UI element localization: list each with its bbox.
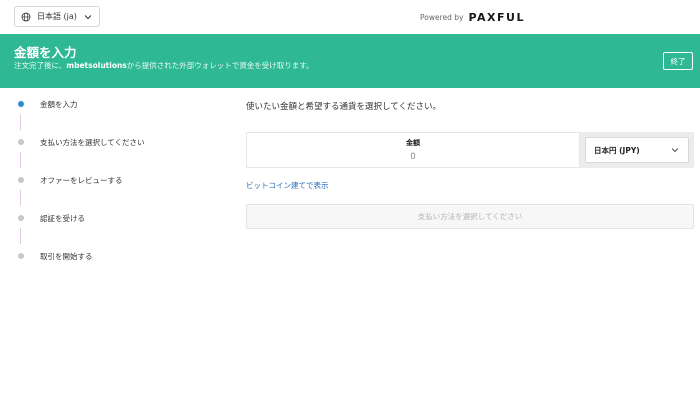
step-dot [18, 139, 24, 145]
step-review-offer: オファーをレビューする [14, 172, 123, 188]
step-label: 金額を入力 [40, 99, 78, 109]
step-label: オファーをレビューする [40, 175, 123, 185]
language-label: 日本語 (ja) [37, 12, 77, 21]
amount-value[interactable]: 0 [410, 152, 415, 162]
show-in-bitcoin-link[interactable]: ビットコイン建てで表示 [246, 180, 329, 191]
currency-selected-value: 日本円 (JPY) [594, 145, 640, 155]
step-dot-active [18, 101, 24, 107]
currency-container: 日本円 (JPY) [580, 132, 694, 168]
amount-input[interactable]: 金額 0 [246, 132, 580, 168]
step-dot [18, 215, 24, 221]
step-verification: 認証を受ける [14, 210, 85, 226]
step-connector [20, 152, 22, 168]
step-label: 認証を受ける [40, 213, 85, 223]
top-bar: 日本語 (ja) Powered by PAXFUL [0, 0, 700, 34]
powered-by-text: Powered by [420, 12, 464, 22]
merchant-name: mbetsolutions [66, 61, 127, 70]
step-connector [20, 190, 22, 206]
globe-icon [21, 12, 31, 21]
step-start-trade: 取引を開始する [14, 248, 93, 264]
amount-label: 金額 [406, 139, 420, 147]
currency-select[interactable]: 日本円 (JPY) [585, 137, 689, 163]
step-connector [20, 228, 22, 244]
step-connector [20, 114, 22, 130]
title-banner: 金額を入力 注文完了後に、mbetsolutionsから提供された外部ウォレット… [0, 34, 700, 88]
progress-stepper: 金額を入力 支払い方法を選択してください オファーをレビューする 認証を受ける … [14, 96, 224, 276]
subtitle-prefix: 注文完了後に、 [14, 61, 67, 70]
step-dot [18, 253, 24, 259]
page-title: 金額を入力 [14, 45, 77, 60]
select-payment-method-button[interactable]: 支払い方法を選択してください [246, 204, 694, 229]
page-subtitle: 注文完了後に、mbetsolutionsから提供された外部ウォレットで資金を受け… [14, 60, 314, 71]
step-label: 支払い方法を選択してください [40, 137, 145, 147]
powered-by: Powered by PAXFUL [420, 8, 525, 26]
end-button[interactable]: 終了 [663, 52, 693, 70]
step-dot [18, 177, 24, 183]
step-select-payment: 支払い方法を選択してください [14, 134, 145, 150]
chevron-down-icon [671, 148, 679, 153]
step-label: 取引を開始する [40, 251, 93, 261]
subtitle-suffix: から提供された外部ウォレットで資金を受け取ります。 [126, 61, 314, 70]
step-enter-amount: 金額を入力 [14, 96, 78, 112]
language-selector[interactable]: 日本語 (ja) [14, 6, 100, 27]
paxful-logo: PAXFUL [468, 10, 525, 24]
amount-prompt: 使いたい金額と希望する通貨を選択してください。 [246, 102, 441, 112]
chevron-down-icon [84, 14, 92, 19]
